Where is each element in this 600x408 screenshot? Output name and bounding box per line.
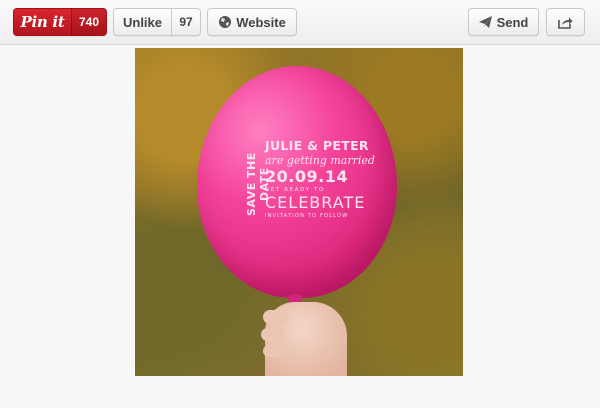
pin-count: 740 <box>71 9 106 35</box>
celebrate-text: CELEBRATE <box>265 193 366 212</box>
pin-it-button[interactable]: Pin it 740 <box>13 8 107 36</box>
invitation-text: INVITATION TO FOLLOW <box>265 213 349 219</box>
website-button[interactable]: Website <box>207 8 297 36</box>
pin-it-label: Pin it <box>20 13 65 31</box>
paper-plane-icon <box>478 16 492 28</box>
website-label: Website <box>236 14 286 30</box>
send-button[interactable]: Send <box>468 8 539 36</box>
finger <box>263 345 285 357</box>
couple-names: JULIE & PETER <box>265 138 369 153</box>
like-count: 97 <box>171 9 200 35</box>
globe-icon <box>218 15 232 29</box>
wedding-date: 20.09.14 <box>265 167 348 186</box>
save-the-date-text: SAVE THE DATE <box>245 152 271 216</box>
pin-image[interactable]: SAVE THE DATE JULIE & PETER are getting … <box>135 48 463 376</box>
unlike-button[interactable]: Unlike 97 <box>113 8 201 36</box>
getting-married-text: are getting married <box>265 154 375 167</box>
pin-action-toolbar: Pin it 740 Unlike 97 Website Send <box>0 0 600 45</box>
share-arrow-icon <box>558 16 573 29</box>
send-label: Send <box>496 14 529 30</box>
finger <box>263 310 289 324</box>
share-button[interactable] <box>546 8 585 36</box>
finger <box>261 328 285 341</box>
unlike-label: Unlike <box>122 14 162 30</box>
